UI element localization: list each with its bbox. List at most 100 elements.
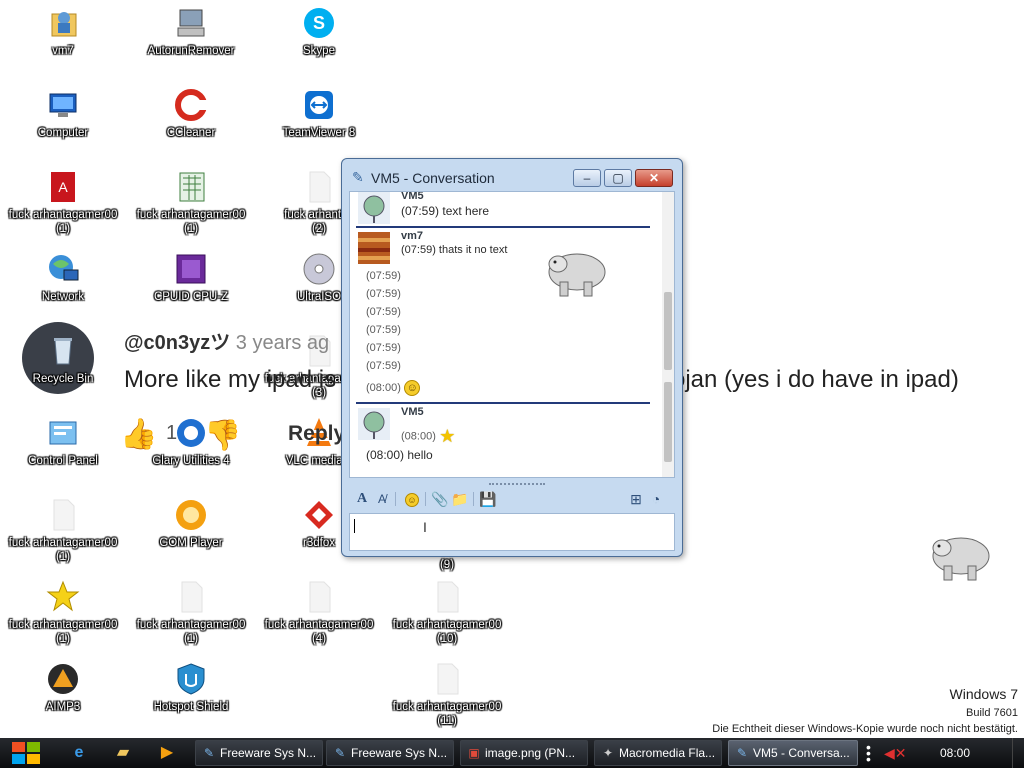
desktop-icon-star-file[interactable]: fuck arhantagamer00 (1): [4, 580, 122, 646]
message-timestamp: (08:00): [401, 430, 436, 443]
close-button[interactable]: ✕: [635, 169, 673, 187]
attach-file-icon[interactable]: 📎: [431, 490, 449, 508]
message-timestamp: (07:59): [366, 288, 401, 300]
desktop-icon-computer[interactable]: Computer: [4, 88, 122, 140]
maximize-button[interactable]: ▢: [604, 169, 632, 187]
blank-file-icon: [302, 170, 336, 204]
like-count: 1: [166, 422, 178, 444]
text-color-icon[interactable]: A̸: [373, 490, 391, 508]
star-emoticon-icon: ★: [439, 426, 456, 446]
emoticon-icon[interactable]: ☺: [403, 490, 421, 508]
thumbs-down-icon[interactable]: 👍: [204, 417, 241, 452]
show-desktop-button[interactable]: [1012, 738, 1024, 768]
conversation-window[interactable]: ✎ VM5 - Conversation – ▢ ✕ VM5 (07:59) t…: [341, 158, 683, 557]
desktop-icon-teamviewer[interactable]: TeamViewer 8: [260, 88, 378, 140]
window-titlebar[interactable]: ✎ VM5 - Conversation – ▢ ✕: [342, 159, 682, 191]
message-text: (08:00) hello: [366, 448, 433, 462]
text-caret: [354, 519, 355, 533]
message-text: (07:59) thats it no text: [401, 244, 508, 256]
teamviewer-icon: [302, 88, 336, 122]
speaker-muted-icon[interactable]: ◀✕: [884, 745, 907, 762]
message-timestamp: (07:59): [366, 324, 401, 336]
save-icon[interactable]: 💾: [479, 490, 497, 508]
gom-player-icon: [174, 498, 208, 532]
blank-file-icon: [302, 580, 336, 614]
taskbar-item[interactable]: ✎ Freeware Sys N...: [326, 740, 454, 766]
desktop-icon-file[interactable]: fuck arhantagamer00 (1): [4, 498, 122, 564]
desktop-icon-control-panel[interactable]: Control Panel: [4, 416, 122, 468]
desktop-icon-spreadsheet[interactable]: fuck arhantagamer00 (1): [132, 170, 250, 236]
taskbar-clock[interactable]: 08:00: [940, 746, 970, 760]
comment-username: @c0n3yzツ: [124, 332, 231, 354]
activation-notice: Die Echtheit dieser Windows-Kopie wurde …: [712, 723, 1018, 735]
desktop-icon-file[interactable]: fuck arhantagamer00 (10): [388, 580, 506, 646]
desktop-icon-hotspot-shield[interactable]: Hotspot Shield: [132, 662, 250, 714]
taskbar-item[interactable]: ✦ Macromedia Fla...: [594, 740, 722, 766]
flash-icon: ✦: [602, 746, 614, 760]
scrollbar-thumb[interactable]: [664, 382, 672, 462]
font-icon[interactable]: A: [353, 490, 371, 508]
resize-grip[interactable]: [489, 483, 545, 486]
taskbar-item[interactable]: ✎ VM5 - Conversa...: [728, 740, 858, 766]
polar-bear-icon: [546, 246, 608, 305]
computer-tool-icon: [174, 6, 208, 40]
thumbs-up-icon[interactable]: 👍: [120, 417, 157, 452]
format-toolbar: A A̸ ☺ 📎 📁 💾 ⊞ ◔: [349, 483, 675, 511]
desktop-icon-file[interactable]: fuck arhantagamer00 (4): [260, 580, 378, 646]
smiley-emoticon-icon: ☺: [404, 380, 421, 396]
message-timestamp: (07:59): [366, 342, 401, 354]
message-separator: [356, 226, 650, 228]
network-icon: [46, 252, 80, 286]
taskbar-item[interactable]: ✎ Freeware Sys N...: [195, 740, 323, 766]
comment-text-end: ojan (yes i do have in ipad): [672, 366, 959, 393]
desktop-icon-aimp3[interactable]: AIMP3: [4, 662, 122, 714]
desktop: vm7 Computer A fuck arhantagamer00 (1) N…: [0, 0, 1024, 738]
comment-time: 3 years ag: [235, 332, 330, 354]
message-history[interactable]: VM5 (07:59) text here vm7 (07:59) thats …: [349, 191, 675, 478]
start-button[interactable]: [7, 739, 45, 767]
svg-text:A: A: [58, 179, 68, 195]
desktop-icon-ccleaner[interactable]: CCleaner: [132, 88, 250, 140]
toolbar-divider: [473, 492, 474, 506]
desktop-icon-network[interactable]: Network: [4, 252, 122, 304]
minimize-button[interactable]: –: [573, 169, 601, 187]
app-icon: ✎: [203, 746, 215, 760]
desktop-icon-skype[interactable]: S Skype: [260, 6, 378, 58]
message-sender: VM5: [401, 406, 424, 418]
history-icon[interactable]: ◔: [647, 490, 665, 508]
internet-explorer-icon[interactable]: e: [66, 742, 92, 764]
message-input[interactable]: I: [349, 513, 675, 551]
reply-button[interactable]: Reply: [288, 422, 345, 446]
windows-logo-icon: [12, 742, 40, 764]
desktop-icon-recycle-bin[interactable]: Recycle Bin: [4, 334, 122, 386]
desktop-icon-gom-player[interactable]: GOM Player: [132, 498, 250, 550]
desktop-icon-file[interactable]: fuck arhantagamer00 (11): [388, 662, 506, 728]
message-timestamp: (07:59): [366, 306, 401, 318]
scrollbar-thumb[interactable]: [664, 292, 672, 370]
explorer-folder-icon[interactable]: ▰: [110, 742, 136, 764]
windows-version: Windows 7: [949, 686, 1018, 702]
message-timestamp: (08:00): [366, 382, 401, 395]
desktop-icon-autorunremover[interactable]: AutorunRemover: [132, 6, 250, 58]
comment-text: More like my ipad is ojan (yes i do have…: [124, 366, 959, 394]
message-text: (07:59) text here: [401, 204, 490, 218]
taskbar-item[interactable]: ▣ image.png (PN...: [460, 740, 588, 766]
spreadsheet-file-icon: [174, 170, 208, 204]
media-player-icon[interactable]: ▶: [154, 742, 180, 764]
message-timestamp: (07:59): [366, 270, 401, 282]
show-hidden-icons-icon[interactable]: • • •: [866, 740, 871, 766]
message-separator: [356, 402, 650, 404]
app-icon: ✎: [334, 746, 346, 760]
desktop-icon-pdf[interactable]: A fuck arhantagamer00 (1): [4, 170, 122, 236]
desktop-icon-cpuz[interactable]: CPUID CPU-Z: [132, 252, 250, 304]
blank-file-icon: [430, 662, 464, 696]
send-folder-icon[interactable]: 📁: [451, 490, 469, 508]
recycle-bin-icon: [46, 334, 80, 368]
toolbar-divider: [425, 492, 426, 506]
scrollbar[interactable]: [662, 192, 674, 477]
blank-file-icon: [174, 580, 208, 614]
desktop-icon-vm7[interactable]: vm7: [4, 6, 122, 58]
add-contact-icon[interactable]: ⊞: [627, 490, 645, 508]
desktop-icon-file[interactable]: fuck arhantagamer00 (1): [132, 580, 250, 646]
control-panel-icon: [46, 416, 80, 450]
